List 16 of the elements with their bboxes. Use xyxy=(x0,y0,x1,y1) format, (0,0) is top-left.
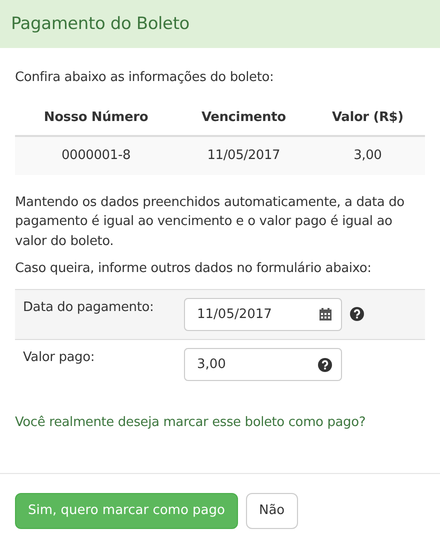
confirm-question: Você realmente deseja marcar esse boleto como pago? xyxy=(15,414,367,432)
intro-text: Confira abaixo as informações do boleto: xyxy=(15,69,275,87)
input-field[interactable]: 3,00 xyxy=(184,348,342,380)
info-text: Mantendo os dados preenchidos automaticamente, a data do pagamento é igual ao vencimento e o valor pago é igual ao valor do boleto. xyxy=(15,194,406,250)
table-cell: 0000001-8 xyxy=(15,136,177,174)
form-intro-text: Caso queira, informe outros dados no formulário abaixo: xyxy=(15,260,372,278)
field-label: Valor pago: xyxy=(23,350,94,364)
field-label: Data do pagamento: xyxy=(23,300,154,314)
help-icon[interactable] xyxy=(318,358,332,372)
help-icon[interactable] xyxy=(350,307,364,321)
calendar-icon[interactable] xyxy=(319,308,332,320)
table-cell: 11/05/2017 xyxy=(176,136,310,174)
cancel-button[interactable]: Não xyxy=(246,493,298,528)
table-cell: 3,00 xyxy=(310,136,425,174)
input-field[interactable]: 11/05/2017 xyxy=(184,298,342,330)
modal-title: Pagamento do Boleto xyxy=(11,14,190,34)
